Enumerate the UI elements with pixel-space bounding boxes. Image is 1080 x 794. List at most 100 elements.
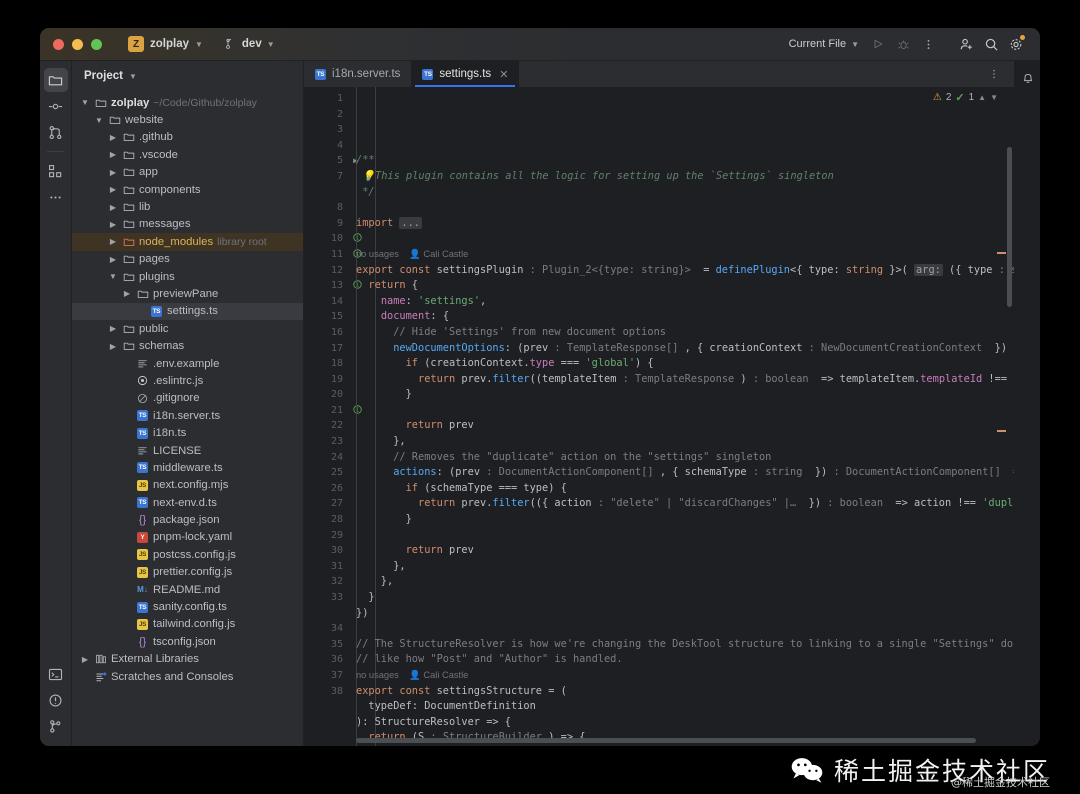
tree-item-i18n-ts[interactable]: ▶TSi18n.ts (72, 424, 303, 441)
tree-item-scratches-and-consoles[interactable]: ▶Scratches and Consoles (72, 668, 303, 685)
expand-arrow-icon[interactable]: ▼ (94, 116, 104, 125)
project-tree[interactable]: ▼zolplay~/Code/Github/zolplay▼website▶.g… (72, 91, 303, 746)
sidebar-item-terminal[interactable] (44, 662, 68, 686)
tree-item-middleware-ts[interactable]: ▶TSmiddleware.ts (72, 459, 303, 476)
branch-name: dev (242, 38, 262, 50)
add-collaborator-button[interactable] (954, 33, 978, 55)
project-selector[interactable]: Z zolplay ▼ (128, 36, 203, 52)
tree-item-app[interactable]: ▶app (72, 164, 303, 181)
code-line: return prev (348, 543, 1014, 559)
tree-item--vscode[interactable]: ▶ .vscode (72, 146, 303, 163)
sidebar-item-pull-requests[interactable] (44, 120, 68, 144)
tree-item-zolplay[interactable]: ▼zolplay~/Code/Github/zolplay (72, 94, 303, 111)
tree-item-plugins[interactable]: ▼plugins (72, 268, 303, 285)
sidebar-item-more[interactable] (44, 185, 68, 209)
tree-item-label: postcss.config.js (153, 549, 236, 561)
tree-item-messages[interactable]: ▶messages (72, 216, 303, 233)
tree-item-tailwind-config-js[interactable]: ▶JStailwind.config.js (72, 616, 303, 633)
line-number: 1 (304, 91, 348, 107)
tree-item-lib[interactable]: ▶lib (72, 198, 303, 215)
tree-item-schemas[interactable]: ▶schemas (72, 337, 303, 354)
notifications-button[interactable] (1016, 67, 1040, 89)
editor-options-button[interactable] (982, 63, 1006, 85)
window-controls[interactable] (40, 39, 102, 50)
expand-arrow-icon[interactable]: ▶ (108, 150, 118, 159)
expand-arrow-icon[interactable]: ▶ (108, 324, 118, 333)
expand-arrow-icon[interactable]: ▶ (108, 255, 118, 264)
line-number: 20 (304, 387, 348, 403)
tree-item--env-example[interactable]: ▶.env.example (72, 355, 303, 372)
settings-button[interactable] (1004, 33, 1028, 55)
tree-item-i18n-server-ts[interactable]: ▶TSi18n.server.ts (72, 407, 303, 424)
sidebar-item-project[interactable] (44, 68, 68, 92)
code-editor[interactable]: 12345▶7891011111213114151617181920211222… (304, 87, 1014, 746)
tree-item-components[interactable]: ▶components (72, 181, 303, 198)
code-line: if (creationContext.type === 'global') { (348, 356, 1014, 372)
expand-arrow-icon[interactable]: ▶ (108, 203, 118, 212)
tree-item-public[interactable]: ▶public (72, 320, 303, 337)
tree-item-label: .vscode (139, 149, 178, 161)
expand-arrow-icon[interactable]: ▶ (108, 237, 118, 246)
tab-i18n-server-ts[interactable]: TS i18n.server.ts (304, 61, 411, 87)
debug-button[interactable] (891, 33, 915, 55)
tree-item--eslintrc-js[interactable]: ▶.eslintrc.js (72, 372, 303, 389)
expand-arrow-icon[interactable]: ▼ (80, 98, 90, 107)
tree-item-prettier-config-js[interactable]: ▶JSprettier.config.js (72, 564, 303, 581)
maximize-window-button[interactable] (91, 39, 102, 50)
chevron-down-icon[interactable]: ▼ (990, 93, 998, 102)
expand-arrow-icon[interactable]: ▼ (108, 272, 118, 281)
expand-arrow-icon[interactable]: ▶ (122, 289, 132, 298)
tree-item-label: i18n.server.ts (153, 410, 220, 422)
search-everywhere-button[interactable] (979, 33, 1003, 55)
sidebar-item-problems[interactable] (44, 688, 68, 712)
tree-item-label: .github (139, 131, 173, 143)
more-actions-button[interactable] (916, 33, 940, 55)
tree-item-previewpane[interactable]: ▶previewPane (72, 285, 303, 302)
tree-item-license[interactable]: ▶LICENSE (72, 442, 303, 459)
editor-area: TS i18n.server.ts TS settings.ts ✕ (304, 61, 1014, 746)
inspection-widget[interactable]: ⚠ 2 ✓ 1 ▲ ▼ (933, 91, 998, 104)
run-button[interactable] (866, 33, 890, 55)
expand-arrow-icon[interactable]: ▶ (108, 220, 118, 229)
minimize-window-button[interactable] (72, 39, 83, 50)
expand-arrow-icon[interactable]: ▶ (108, 185, 118, 194)
vertical-scrollbar[interactable] (1007, 147, 1012, 307)
tree-item-website[interactable]: ▼website (72, 111, 303, 128)
project-panel-header[interactable]: Project ▼ (72, 61, 303, 91)
run-configuration-selector[interactable]: Current File ▼ (789, 38, 859, 50)
tree-item-package-json[interactable]: ▶{}package.json (72, 511, 303, 528)
close-icon[interactable]: ✕ (499, 68, 508, 81)
tree-item-readme-md[interactable]: ▶M↓README.md (72, 581, 303, 598)
code-content[interactable]: /** 💡This plugin contains all the logic … (348, 87, 1014, 746)
expand-arrow-icon[interactable]: ▶ (80, 655, 90, 664)
tree-item-pnpm-lock-yaml[interactable]: ▶Ypnpm-lock.yaml (72, 529, 303, 546)
right-tool-strip (1014, 61, 1040, 746)
tree-item--gitignore[interactable]: ▶.gitignore (72, 390, 303, 407)
debug-icon (897, 38, 910, 51)
tree-item-settings-ts[interactable]: ▶TSsettings.ts (72, 303, 303, 320)
tree-item-tsconfig-json[interactable]: ▶{}tsconfig.json (72, 633, 303, 650)
close-window-button[interactable] (53, 39, 64, 50)
branch-selector[interactable]: dev ▼ (225, 38, 275, 50)
tree-item--github[interactable]: ▶ .github (72, 129, 303, 146)
sidebar-item-structure[interactable] (44, 159, 68, 183)
tree-item-next-env-d-ts[interactable]: ▶TSnext-env.d.ts (72, 494, 303, 511)
expand-arrow-icon[interactable]: ▶ (108, 342, 118, 351)
line-number: 26 (304, 481, 348, 497)
expand-arrow-icon[interactable]: ▶ (108, 133, 118, 142)
tree-item-pages[interactable]: ▶pages (72, 251, 303, 268)
line-number: 3 (304, 122, 348, 138)
folder-icon (122, 340, 135, 353)
tree-item-next-config-mjs[interactable]: ▶JSnext.config.mjs (72, 477, 303, 494)
horizontal-scrollbar[interactable] (356, 738, 976, 743)
tab-settings-ts[interactable]: TS settings.ts ✕ (411, 61, 519, 87)
tree-item-external-libraries[interactable]: ▶External Libraries (72, 651, 303, 668)
sidebar-item-commit[interactable] (44, 94, 68, 118)
tree-item-sanity-config-ts[interactable]: ▶TSsanity.config.ts (72, 598, 303, 615)
tree-item-node-modules[interactable]: ▶node_moduleslibrary root (72, 233, 303, 250)
expand-arrow-icon[interactable]: ▶ (108, 168, 118, 177)
tree-item-postcss-config-js[interactable]: ▶JSpostcss.config.js (72, 546, 303, 563)
chevron-up-icon[interactable]: ▲ (978, 93, 986, 102)
sidebar-item-version-control[interactable] (44, 714, 68, 738)
line-number: 36 (304, 652, 348, 668)
